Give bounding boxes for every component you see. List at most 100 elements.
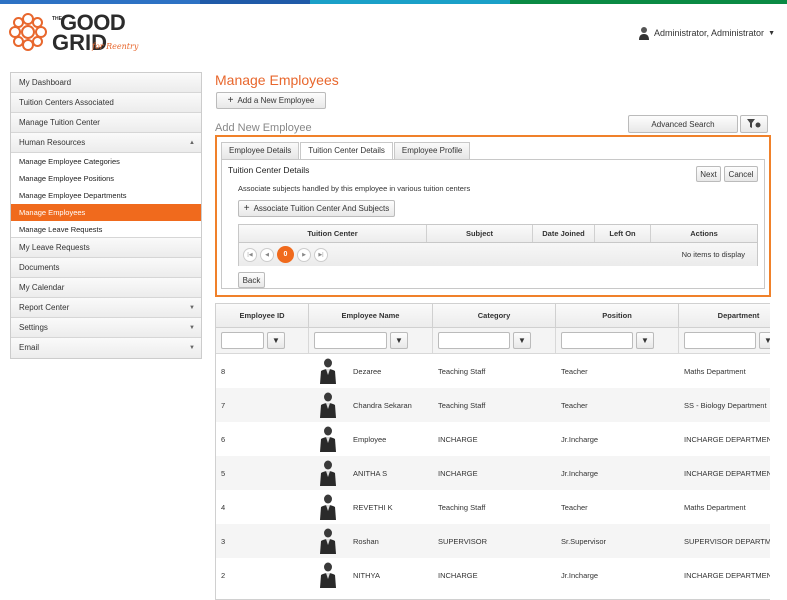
table-row[interactable]: 4 REVETHI K Teaching Staff Teacher Maths… xyxy=(216,490,770,524)
column-header-employee-id[interactable]: Employee ID xyxy=(216,304,309,327)
user-avatar-icon xyxy=(639,27,650,40)
employee-avatar-icon xyxy=(320,460,336,486)
cell-department: INCHARGE DEPARTMENT xyxy=(684,434,770,444)
cell-department: Maths Department xyxy=(684,366,746,376)
sidebar-item-human-resources[interactable]: Human Resources ▲ xyxy=(11,133,201,153)
user-menu[interactable]: Administrator, Administrator ▼ xyxy=(638,26,775,40)
sidebar-item-settings[interactable]: Settings ▼ xyxy=(11,318,201,338)
logo-flower-icon xyxy=(9,13,47,51)
pager: |◀ ◀ 0 ▶ ▶| No items to display xyxy=(239,243,757,266)
sidebar: My Dashboard Tuition Centers Associated … xyxy=(10,72,202,359)
sidebar-item-my-leave-requests[interactable]: My Leave Requests xyxy=(11,238,201,258)
employee-avatar-icon xyxy=(320,426,336,452)
employee-name-filter-input[interactable] xyxy=(314,332,387,349)
sidebar-subitem-employee-departments[interactable]: Manage Employee Departments xyxy=(11,187,201,204)
position-filter-input[interactable] xyxy=(561,332,633,349)
current-page[interactable]: 0 xyxy=(277,246,294,263)
column-header[interactable]: Tuition Center xyxy=(239,225,427,242)
cell-category: INCHARGE xyxy=(438,468,478,478)
sidebar-item-my-dashboard[interactable]: My Dashboard xyxy=(11,73,201,93)
filter-icon[interactable]: ▼ xyxy=(267,332,285,349)
filter-icon[interactable]: ▼ xyxy=(513,332,531,349)
logo[interactable]: THE GOOD GRID for Reentry xyxy=(8,10,148,58)
filter-icon[interactable]: ▼ xyxy=(636,332,654,349)
employee-table: Employee ID Employee Name Category Posit… xyxy=(215,303,770,600)
tab-content: Tuition Center Details Next Cancel Assoc… xyxy=(221,159,765,289)
last-page-icon[interactable]: ▶| xyxy=(314,247,328,262)
sidebar-item-email[interactable]: Email ▼ xyxy=(11,338,201,358)
filter-icon xyxy=(747,119,761,128)
sidebar-subitem-manage-leave-requests[interactable]: Manage Leave Requests xyxy=(11,221,201,238)
plus-icon: + xyxy=(227,95,234,106)
cell-employee-name: Roshan xyxy=(353,536,379,546)
sidebar-subitem-employee-categories[interactable]: Manage Employee Categories xyxy=(11,153,201,170)
sidebar-subitem-manage-employees[interactable]: Manage Employees xyxy=(11,204,201,221)
tab-tuition-center-details[interactable]: Tuition Center Details xyxy=(300,142,393,160)
cell-category: INCHARGE xyxy=(438,570,478,580)
cell-department: SS - Biology Department xyxy=(684,400,767,410)
column-header-position[interactable]: Position xyxy=(556,304,679,327)
tab-employee-profile[interactable]: Employee Profile xyxy=(393,142,471,160)
chevron-up-icon: ▲ xyxy=(189,140,195,146)
add-employee-button[interactable]: + Add a New Employee xyxy=(216,92,326,109)
table-row[interactable]: 6 Employee INCHARGE Jr.Incharge INCHARGE… xyxy=(216,422,770,456)
cell-category: SUPERVISOR xyxy=(438,536,488,546)
next-page-icon[interactable]: ▶ xyxy=(297,247,311,262)
cell-category: Teaching Staff xyxy=(438,366,486,376)
column-header[interactable]: Subject xyxy=(427,225,533,242)
employee-id-filter-input[interactable] xyxy=(221,332,264,349)
column-header[interactable]: Date Joined xyxy=(533,225,595,242)
tab-content-title: Tuition Center Details xyxy=(228,165,310,175)
column-header-department[interactable]: Department xyxy=(679,304,770,327)
add-employee-label: Add a New Employee xyxy=(237,96,315,105)
chevron-down-icon: ▼ xyxy=(189,345,195,351)
logo-tagline: for Reentry xyxy=(92,42,139,51)
cell-category: Teaching Staff xyxy=(438,400,486,410)
cell-department: INCHARGE DEPARTMENT xyxy=(684,468,770,478)
table-row[interactable]: 5 ANITHA S INCHARGE Jr.Incharge INCHARGE… xyxy=(216,456,770,490)
sidebar-item-documents[interactable]: Documents xyxy=(11,258,201,278)
filter-toggle-button[interactable] xyxy=(740,115,768,133)
cell-employee-id: 8 xyxy=(221,366,226,376)
back-button[interactable]: Back xyxy=(238,272,265,288)
table-row[interactable]: 7 Chandra Sekaran Teaching Staff Teacher… xyxy=(216,388,770,422)
sidebar-item-my-calendar[interactable]: My Calendar xyxy=(11,278,201,298)
cell-category: Teaching Staff xyxy=(438,502,486,512)
filter-icon[interactable]: ▼ xyxy=(390,332,408,349)
cell-employee-name: ANITHA S xyxy=(353,468,388,478)
sidebar-subitem-employee-positions[interactable]: Manage Employee Positions xyxy=(11,170,201,187)
table-row[interactable]: 8 Dezaree Teaching Staff Teacher Maths D… xyxy=(216,354,770,388)
section-title: Add New Employee xyxy=(215,122,312,134)
cell-position: Teacher xyxy=(561,502,588,512)
column-header-category[interactable]: Category xyxy=(433,304,556,327)
column-header[interactable]: Left On xyxy=(595,225,651,242)
chevron-down-icon: ▼ xyxy=(768,29,775,37)
table-row[interactable]: 3 Roshan SUPERVISOR Sr.Supervisor SUPERV… xyxy=(216,524,770,558)
next-button[interactable]: Next xyxy=(696,166,721,182)
cell-employee-id: 6 xyxy=(221,434,226,444)
sidebar-item-report-center[interactable]: Report Center ▼ xyxy=(11,298,201,318)
associate-label: Associate Tuition Center And Subjects xyxy=(253,204,390,213)
first-page-icon[interactable]: |◀ xyxy=(243,247,257,262)
category-filter-input[interactable] xyxy=(438,332,510,349)
cancel-button[interactable]: Cancel xyxy=(724,166,758,182)
sidebar-item-tuition-centers-associated[interactable]: Tuition Centers Associated xyxy=(11,93,201,113)
filter-icon[interactable]: ▼ xyxy=(759,332,770,349)
cell-employee-name: Dezaree xyxy=(353,366,382,376)
prev-page-icon[interactable]: ◀ xyxy=(260,247,274,262)
cell-department: INCHARGE DEPARTMENT xyxy=(684,570,770,580)
plus-icon: + xyxy=(243,203,250,214)
column-header-employee-name[interactable]: Employee Name xyxy=(309,304,433,327)
cell-position: Teacher xyxy=(561,400,588,410)
table-row[interactable]: 2 NITHYA INCHARGE Jr.Incharge INCHARGE D… xyxy=(216,558,770,592)
cell-category: INCHARGE xyxy=(438,434,478,444)
department-filter-input[interactable] xyxy=(684,332,756,349)
cell-employee-name: Employee xyxy=(353,434,387,444)
page-title: Manage Employees xyxy=(215,72,339,88)
tab-employee-details[interactable]: Employee Details xyxy=(221,142,300,160)
tab-strip: Employee Details Tuition Center Details … xyxy=(221,142,471,160)
sidebar-item-manage-tuition-center[interactable]: Manage Tuition Center xyxy=(11,113,201,133)
column-header[interactable]: Actions xyxy=(651,225,757,242)
advanced-search-button[interactable]: Advanced Search xyxy=(628,115,738,133)
associate-tuition-center-button[interactable]: + Associate Tuition Center And Subjects xyxy=(238,200,395,217)
